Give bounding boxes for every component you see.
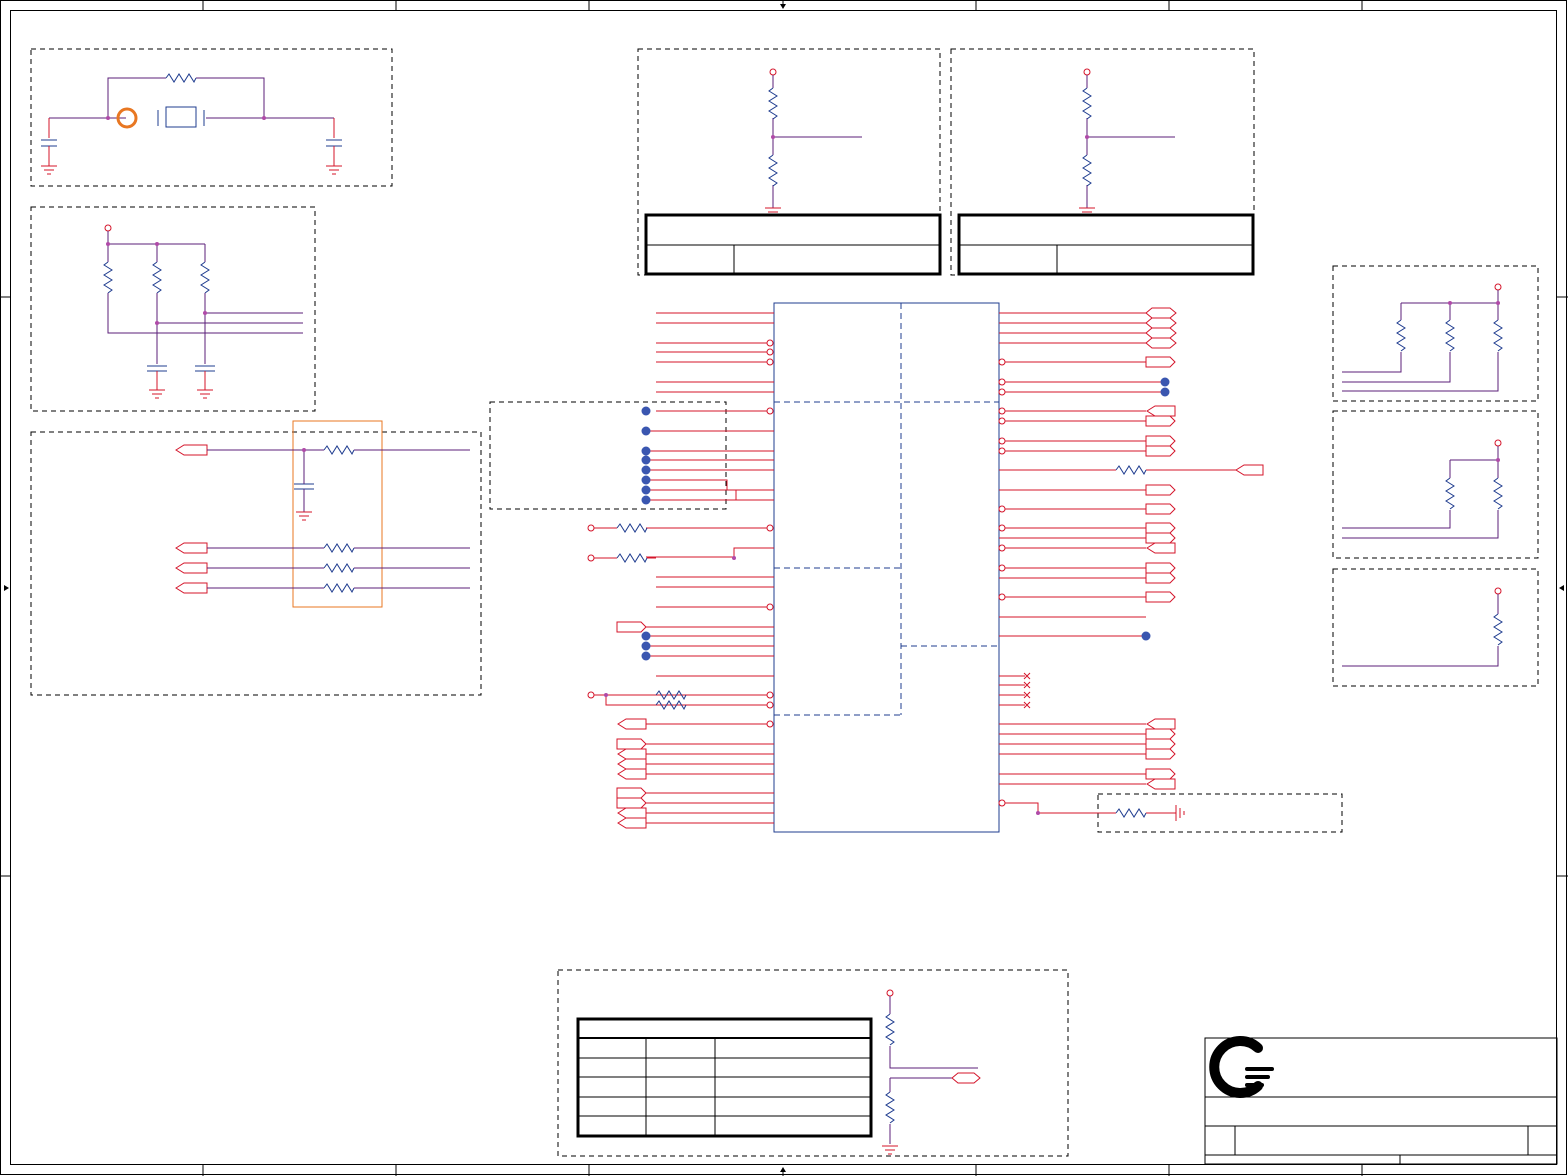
offpage-connectors: [175, 444, 208, 594]
test-points: [641, 377, 1170, 661]
ground-symbol: [41, 165, 57, 175]
pullup-group-mid: [1342, 439, 1503, 539]
config-table: [576, 1017, 873, 1138]
chassis-ground: [1175, 805, 1185, 821]
strap-divider-left: [644, 68, 942, 276]
ground-symbol: [326, 165, 342, 175]
left-connectors: [616, 621, 647, 829]
strap-divider-right: [957, 68, 1255, 276]
no-connect-marks: [1023, 672, 1031, 709]
strap-table: [957, 213, 1255, 276]
strap-table: [644, 213, 942, 276]
highlight-box: [292, 420, 383, 608]
pullup-group-bottom: [1342, 587, 1503, 667]
capacitor-right: [326, 139, 342, 147]
bottom-divider: [576, 989, 981, 1155]
title-block: [1204, 1037, 1558, 1165]
pullup-group-top: [1342, 283, 1503, 392]
crystal: [157, 106, 205, 128]
crystal-circuit: [41, 73, 342, 175]
pin-bubbles: [766, 339, 1006, 807]
right-pins: [999, 312, 1236, 814]
capacitor-left: [41, 139, 57, 147]
main-ic: [587, 302, 1264, 833]
series-resistor-group: [175, 420, 470, 608]
rc-network: [103, 224, 303, 399]
schematic-sheet: [0, 0, 1568, 1176]
company-logo: [1209, 1036, 1274, 1098]
